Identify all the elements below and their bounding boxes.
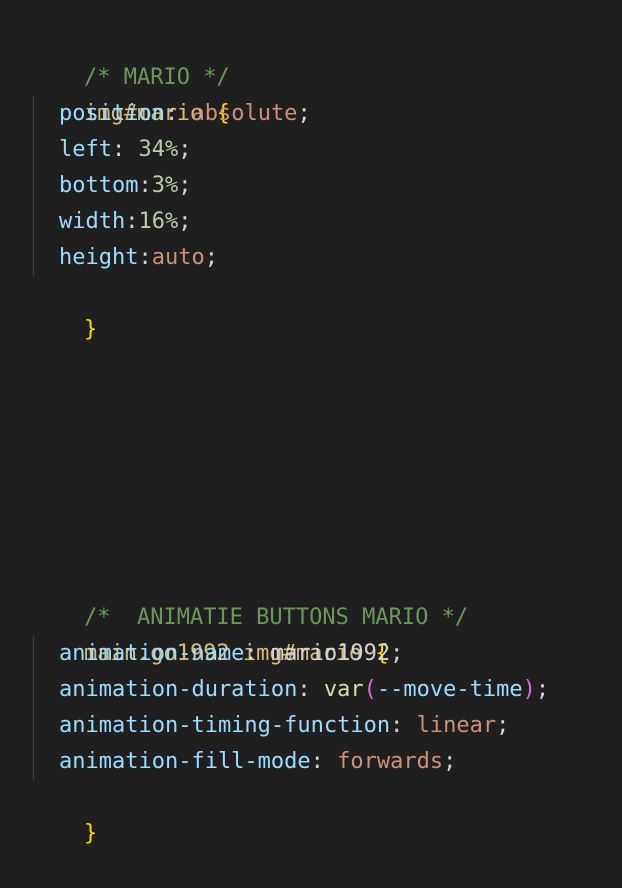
- semicolon: ;: [496, 713, 510, 738]
- declaration-line: animation-name: mario1992;: [31, 636, 403, 672]
- css-property: animation-duration: [59, 677, 298, 702]
- css-value: absolute: [191, 101, 298, 126]
- close-paren: ): [522, 677, 536, 702]
- css-value: 3%: [151, 173, 179, 198]
- css-function: var: [323, 677, 364, 702]
- css-property: left: [59, 137, 112, 162]
- css-property: height: [59, 245, 139, 270]
- colon: :: [111, 137, 139, 162]
- declaration-line: animation-timing-function: linear;: [31, 708, 509, 744]
- comment-line: /* ANIMATIE BUTTONS MARIO */: [31, 564, 468, 630]
- css-value: 16%: [138, 209, 179, 234]
- semicolon: ;: [535, 677, 550, 702]
- comment-line: /* MARIO */: [31, 24, 230, 90]
- semicolon: ;: [297, 101, 311, 126]
- declaration-line: width:16%;: [31, 204, 191, 240]
- colon: :: [138, 245, 152, 270]
- css-property: width: [59, 209, 126, 234]
- css-property: bottom: [59, 173, 139, 198]
- code-editor[interactable]: /* MARIO */ img#mario { position: absolu…: [0, 0, 622, 846]
- colon: :: [138, 173, 152, 198]
- semicolon: ;: [178, 173, 192, 198]
- css-property: animation-name: [59, 641, 245, 666]
- colon: :: [244, 641, 271, 666]
- semicolon: ;: [390, 641, 404, 666]
- selector-line: img#mario {: [31, 60, 230, 126]
- declaration-line: left: 34%;: [31, 132, 191, 168]
- close-brace: }: [83, 821, 98, 846]
- css-value: forwards: [337, 749, 444, 774]
- css-value: linear: [416, 713, 497, 738]
- semicolon: ;: [443, 749, 457, 774]
- semicolon: ;: [178, 209, 192, 234]
- css-property: animation-fill-mode: [59, 749, 311, 774]
- declaration-line: position: absolute;: [31, 96, 311, 132]
- colon: :: [297, 677, 324, 702]
- css-value: 34%: [138, 137, 179, 162]
- declaration-line: bottom:3%;: [31, 168, 191, 204]
- colon: :: [390, 713, 417, 738]
- css-property: animation-timing-function: [59, 713, 391, 738]
- semicolon: ;: [204, 245, 218, 270]
- css-property: position: [59, 101, 165, 126]
- css-value: mario1992: [270, 641, 391, 666]
- css-variable: --move-time: [376, 677, 523, 702]
- selector-line: main.go1992 img#mario {: [31, 600, 389, 666]
- semicolon: ;: [178, 137, 192, 162]
- declaration-line: animation-fill-mode: forwards;: [31, 744, 456, 780]
- css-value: auto: [151, 245, 205, 270]
- open-paren: (: [363, 677, 377, 702]
- close-brace-line: }: [31, 780, 97, 846]
- declaration-line: height:auto;: [31, 240, 218, 276]
- colon: :: [310, 749, 338, 774]
- close-brace-line: }: [31, 276, 97, 342]
- close-brace: }: [83, 317, 98, 342]
- declaration-line: animation-duration: var(--move-time);: [31, 672, 549, 708]
- colon: :: [125, 209, 139, 234]
- colon: :: [164, 101, 192, 126]
